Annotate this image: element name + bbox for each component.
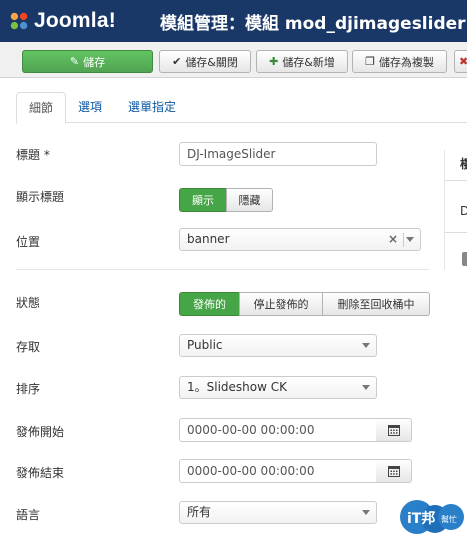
check-icon: ✔ bbox=[172, 55, 182, 68]
chevron-down-icon bbox=[362, 343, 370, 348]
tab-menu-assignment[interactable]: 選單指定 bbox=[116, 92, 188, 123]
save-button[interactable]: ✎ 儲存 bbox=[22, 50, 153, 73]
svg-text:iT邦: iT邦 bbox=[407, 510, 435, 527]
status-trashed-button[interactable]: 刪除至回收桶中 bbox=[322, 292, 430, 316]
save-new-label: 儲存&新增 bbox=[282, 55, 335, 69]
title-label: 標題 * bbox=[16, 148, 50, 162]
save-copy-label: 儲存為複製 bbox=[378, 55, 434, 69]
show-title-show-button[interactable]: 顯示 bbox=[179, 188, 227, 212]
save-close-label: 儲存&關閉 bbox=[185, 55, 238, 69]
tab-details[interactable]: 細節 bbox=[16, 92, 67, 124]
publish-down-input[interactable]: 0000-00-00 00:00:00 bbox=[179, 459, 377, 483]
section-divider bbox=[16, 269, 429, 270]
access-label: 存取 bbox=[16, 340, 41, 354]
calendar-icon bbox=[387, 425, 400, 436]
publish-up-label: 發佈開始 bbox=[16, 425, 65, 439]
ithelp-logo-icon: iT邦 幫忙 bbox=[400, 500, 464, 534]
title-input[interactable]: DJ-ImageSlider bbox=[179, 142, 377, 166]
save-copy-button[interactable]: ❐ 儲存為複製 bbox=[352, 50, 447, 73]
ordering-select[interactable]: 1。Slideshow CK bbox=[179, 376, 377, 399]
chevron-down-icon bbox=[406, 237, 414, 242]
edit-icon: ✎ bbox=[69, 55, 80, 68]
publish-up-calendar-button[interactable] bbox=[376, 418, 412, 442]
position-select[interactable]: banner × bbox=[179, 228, 421, 251]
status-label: 狀態 bbox=[16, 296, 41, 310]
clear-icon[interactable]: × bbox=[388, 229, 398, 250]
header-bar: Joomla! 模組管理：模組 mod_djimageslider bbox=[0, 0, 467, 42]
access-select[interactable]: Public bbox=[179, 334, 377, 357]
sidebar-border bbox=[444, 150, 445, 270]
language-select[interactable]: 所有 bbox=[179, 501, 377, 524]
position-value: banner bbox=[187, 232, 230, 246]
tab-bar: 細節 選項 選單指定 bbox=[16, 92, 467, 124]
sidebar-heading-fragment: 樓 bbox=[460, 157, 467, 171]
page-title: 模組管理：模組 mod_djimageslider bbox=[160, 14, 466, 34]
show-title-hide-button[interactable]: 隱藏 bbox=[226, 188, 273, 212]
status-unpublished-button[interactable]: 停止發佈的 bbox=[239, 292, 323, 316]
status-toggle: 發佈的 停止發佈的 刪除至回收桶中 bbox=[179, 292, 430, 316]
sidebar-text-fragment: D bbox=[460, 204, 467, 218]
ithome-watermark-logo: iT邦 幫忙 bbox=[397, 497, 467, 537]
close-button[interactable]: ✖ bbox=[454, 50, 467, 73]
tab-options[interactable]: 選項 bbox=[66, 92, 114, 123]
chevron-down-icon bbox=[362, 385, 370, 390]
status-published-button[interactable]: 發佈的 bbox=[179, 292, 240, 316]
sidebar-badge bbox=[462, 252, 467, 266]
language-value: 所有 bbox=[187, 505, 212, 519]
show-title-label: 顯示標題 bbox=[16, 190, 65, 204]
sidebar-divider bbox=[444, 232, 467, 233]
publish-down-calendar-button[interactable] bbox=[376, 459, 412, 483]
divider bbox=[403, 233, 404, 247]
sidebar-divider bbox=[444, 180, 467, 181]
close-icon: ✖ bbox=[459, 55, 467, 68]
publish-up-input[interactable]: 0000-00-00 00:00:00 bbox=[179, 418, 377, 442]
publish-down-label: 發佈結束 bbox=[16, 466, 65, 480]
save-new-button[interactable]: ✚ 儲存&新增 bbox=[256, 50, 348, 73]
chevron-down-icon bbox=[362, 510, 370, 515]
svg-text:幫忙: 幫忙 bbox=[441, 514, 457, 524]
ordering-value: 1。Slideshow CK bbox=[187, 380, 287, 394]
show-title-toggle: 顯示 隱藏 bbox=[179, 188, 273, 212]
joomla-icon bbox=[10, 12, 28, 30]
copy-icon: ❐ bbox=[365, 55, 375, 68]
joomla-logo[interactable]: Joomla! bbox=[8, 6, 116, 36]
position-label: 位置 bbox=[16, 235, 41, 249]
plus-icon: ✚ bbox=[269, 55, 279, 68]
language-label: 語言 bbox=[16, 508, 41, 522]
ordering-label: 排序 bbox=[16, 382, 41, 396]
logo-text: Joomla! bbox=[34, 9, 116, 32]
calendar-icon bbox=[387, 466, 400, 477]
save-label: 儲存 bbox=[83, 55, 106, 69]
toolbar: ✎ 儲存 ✔ 儲存&關閉 ✚ 儲存&新增 ❐ 儲存為複製 ✖ bbox=[0, 42, 467, 78]
save-close-button[interactable]: ✔ 儲存&關閉 bbox=[159, 50, 251, 73]
access-value: Public bbox=[187, 338, 223, 352]
